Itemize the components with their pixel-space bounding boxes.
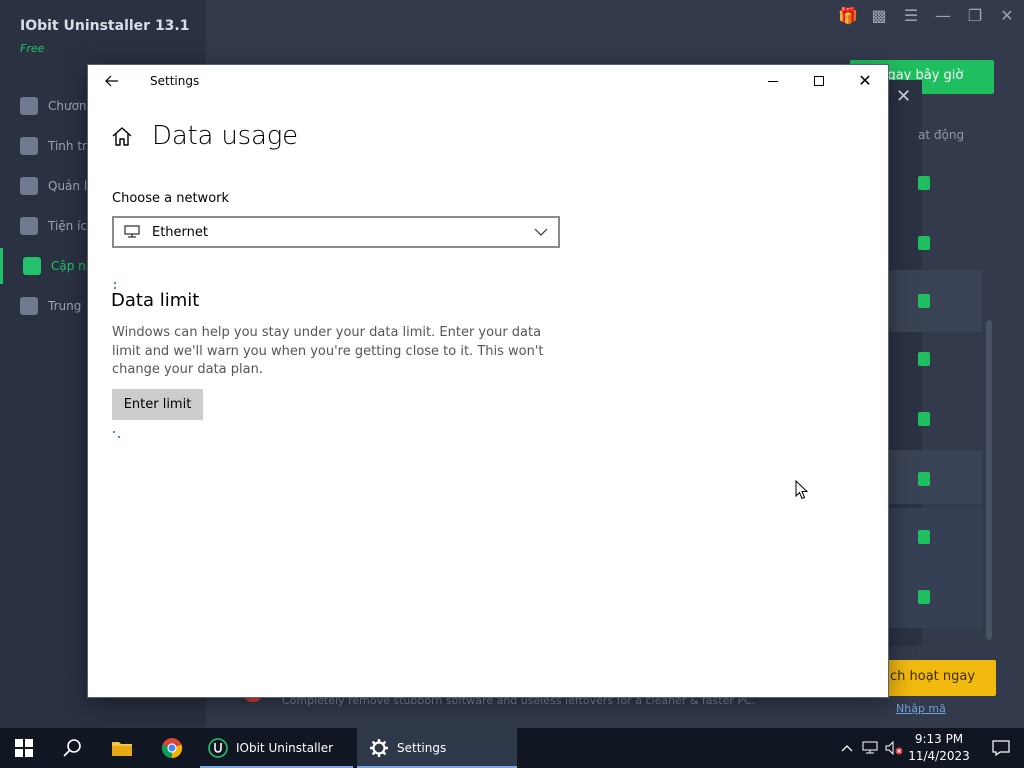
iobit-titlebar-icons: 🎁 ▩ ☰ — ❐ ✕	[838, 6, 1016, 25]
show-hidden-icons-button[interactable]	[838, 728, 856, 768]
close-button[interactable]: ✕	[842, 65, 888, 97]
minimize-button[interactable]	[750, 65, 796, 97]
volume-muted-icon	[885, 741, 903, 755]
sidebar-item-label: Tinh tr	[48, 139, 87, 153]
monitor-icon	[20, 137, 38, 155]
network-dropdown[interactable]: Ethernet	[112, 216, 560, 248]
status-badge-icon	[918, 472, 930, 486]
status-badge-icon	[918, 176, 930, 190]
iobit-app-title: IObit Uninstaller 13.1	[20, 18, 190, 34]
restore-icon[interactable]: ❐	[966, 6, 984, 25]
gift-icon[interactable]: 🎁	[838, 6, 858, 25]
status-badge-icon	[918, 590, 930, 604]
clock-time: 9:13 PM	[914, 732, 964, 746]
volume-tray-button[interactable]	[884, 728, 904, 768]
mouse-cursor-icon	[795, 480, 809, 500]
windows-logo-icon	[15, 739, 33, 757]
status-badge-icon	[918, 352, 930, 366]
minimize-icon	[768, 80, 778, 82]
status-badge-icon	[918, 530, 930, 544]
gear-icon	[370, 739, 388, 757]
back-arrow-icon[interactable]	[96, 65, 128, 97]
status-column-header: at động	[918, 128, 965, 142]
taskbar-app-label: Settings	[397, 741, 447, 755]
search-button[interactable]	[48, 728, 96, 768]
file-explorer-button[interactable]	[98, 728, 146, 768]
chrome-icon	[161, 738, 183, 759]
taskbar-app-label: IObit Uninstaller	[236, 741, 334, 755]
start-button[interactable]	[0, 728, 48, 768]
folder-icon	[112, 742, 132, 756]
taskbar-clock[interactable]: 9:13 PM 11/4/2023	[906, 731, 972, 765]
chrome-button[interactable]	[148, 728, 196, 768]
enter-limit-button[interactable]: Enter limit	[112, 389, 203, 420]
search-icon	[63, 739, 81, 757]
sidebar-item-label: Tiện íc	[48, 219, 88, 233]
list-row	[886, 508, 982, 628]
close-icon[interactable]: ✕	[896, 86, 911, 107]
grid-icon	[20, 97, 38, 115]
page-title: Data usage	[152, 121, 298, 151]
status-badge-icon	[918, 294, 930, 308]
minimize-icon[interactable]: —	[934, 6, 952, 25]
list-row	[886, 450, 982, 504]
enter-code-link[interactable]: Nhập mã	[896, 702, 946, 715]
status-badge-icon	[918, 236, 930, 250]
network-icon	[862, 741, 878, 754]
status-badge-icon	[918, 412, 930, 426]
data-limit-description: Windows can help you stay under your dat…	[112, 325, 544, 377]
maximize-button[interactable]	[796, 65, 842, 97]
data-limit-heading: Data limit	[111, 290, 200, 311]
ethernet-icon	[124, 225, 140, 238]
chevron-down-icon	[534, 228, 548, 236]
taskbar-app-iobit[interactable]: IObit Uninstaller	[200, 728, 353, 768]
close-icon[interactable]: ✕	[998, 6, 1016, 25]
close-icon: ✕	[858, 71, 872, 90]
home-icon[interactable]	[110, 125, 134, 149]
window-title: Settings	[150, 74, 200, 88]
chevron-up-icon	[841, 745, 853, 752]
sidebar-item-label: Chươn	[48, 99, 87, 113]
scrollbar[interactable]	[986, 320, 992, 640]
taskbar-app-settings[interactable]: Settings	[357, 728, 517, 768]
iobit-edition-label: Free	[20, 42, 45, 55]
activate-button[interactable]: ch hoạt ngay	[884, 660, 996, 696]
puzzle-icon	[20, 217, 38, 235]
tools-icon[interactable]: ▩	[870, 6, 888, 25]
iobit-icon	[208, 738, 228, 758]
network-dropdown-value: Ethernet	[152, 224, 208, 240]
settings-window: Settings ✕ Data usage Choose a network E…	[88, 65, 888, 697]
sidebar-item-label: Quản l	[48, 179, 88, 193]
sidebar-item-label: Trung	[48, 299, 82, 313]
settings-titlebar: Settings ✕	[88, 65, 888, 97]
menu-icon[interactable]: ☰	[902, 6, 920, 25]
list-row	[886, 270, 982, 332]
action-center-button[interactable]	[978, 728, 1024, 768]
flag-icon	[20, 297, 38, 315]
network-tray-button[interactable]	[860, 728, 880, 768]
network-label: Choose a network	[112, 191, 230, 206]
maximize-icon	[814, 76, 824, 86]
notification-icon	[992, 740, 1010, 756]
taskbar: IObit Uninstaller Settings 9:13 PM 11/4/…	[0, 728, 1024, 768]
clock-date: 11/4/2023	[908, 749, 970, 763]
chart-icon	[20, 177, 38, 195]
windows-logo-icon	[23, 257, 41, 275]
